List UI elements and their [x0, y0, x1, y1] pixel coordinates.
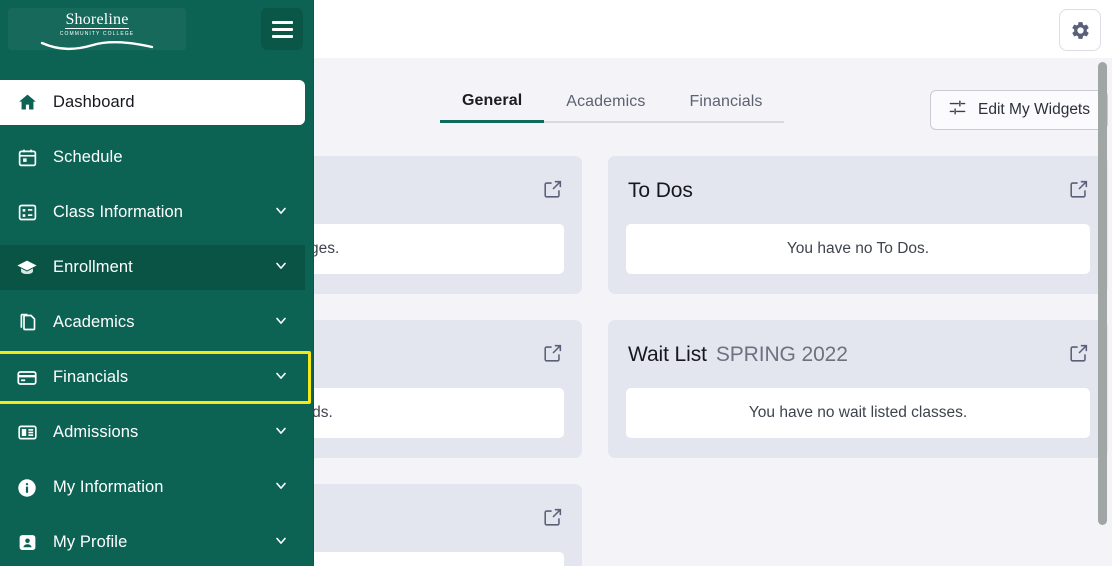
sidebar-item-admissions[interactable]: Admissions — [0, 410, 305, 455]
widget-header: Wait List SPRING 2022 — [626, 338, 1090, 372]
chevron-down-icon[interactable] — [273, 202, 289, 223]
open-in-new-icon[interactable] — [1068, 342, 1090, 364]
sidebar-header: Shoreline COMMUNITY COLLEGE — [0, 0, 314, 58]
article-icon — [14, 422, 40, 443]
sidebar-item-academics[interactable]: Academics — [0, 300, 305, 345]
sidebar-item-schedule[interactable]: Schedule — [0, 135, 305, 180]
sidebar-item-label: My Profile — [53, 533, 128, 551]
edit-my-widgets-button[interactable]: Edit My Widgets — [930, 90, 1108, 130]
sidebar-item-my-information[interactable]: My Information — [0, 465, 305, 510]
widget-title: To Dos — [628, 179, 693, 202]
chevron-down-icon[interactable] — [273, 532, 289, 553]
hamburger-icon-bar — [271, 27, 293, 31]
tab-general[interactable]: General — [440, 88, 545, 123]
widget-wait-list: Wait List SPRING 2022 You have no wait l… — [608, 320, 1108, 458]
open-in-new-icon[interactable] — [542, 342, 564, 364]
chevron-down-icon[interactable] — [273, 422, 289, 443]
info-icon — [14, 477, 40, 499]
hamburger-menu-button[interactable] — [261, 8, 303, 50]
sidebar-item-label: Academics — [53, 313, 135, 331]
logo-subtitle: COMMUNITY COLLEGE — [59, 31, 135, 37]
hamburger-icon-bar — [271, 20, 293, 24]
edit-my-widgets-label: Edit My Widgets — [978, 101, 1090, 118]
sidebar-item-label: Class Information — [53, 203, 184, 221]
sidebar-divider — [313, 0, 314, 566]
tab-list: General Academics Financials — [440, 88, 785, 123]
sidebar-item-dashboard[interactable]: Dashboard — [0, 80, 305, 125]
chevron-down-icon[interactable] — [273, 257, 289, 278]
sidebar-item-label: Dashboard — [53, 93, 135, 111]
chevron-down-icon[interactable] — [273, 367, 289, 388]
sidebar-nav: Dashboard Schedule Class Information Enr… — [0, 80, 314, 565]
sidebar-item-class-information[interactable]: Class Information — [0, 190, 305, 235]
sidebar: Shoreline COMMUNITY COLLEGE Dashboard Sc… — [0, 0, 314, 566]
gear-icon — [1070, 20, 1091, 41]
logo-wordmark: Shoreline — [65, 11, 129, 29]
widget-empty-message: You have no wait listed classes. — [626, 388, 1090, 438]
sidebar-item-label: Enrollment — [53, 258, 133, 276]
home-icon — [14, 92, 40, 113]
sidebar-item-label: Financials — [53, 368, 129, 386]
sidebar-item-enrollment[interactable]: Enrollment — [0, 245, 305, 290]
sidebar-item-label: Admissions — [53, 423, 139, 441]
credit-card-icon — [14, 367, 40, 389]
app-root: General Academics Financials Edit My Wid… — [0, 0, 1112, 566]
settings-button[interactable] — [1059, 9, 1101, 51]
person-icon — [14, 532, 40, 553]
graduation-icon — [14, 257, 40, 279]
widget-title: Wait List — [628, 343, 707, 366]
widget-header: To Dos — [626, 174, 1090, 208]
chevron-down-icon[interactable] — [273, 477, 289, 498]
widget-column-right: To Dos You have no To Dos. Wait List SPR… — [608, 156, 1108, 566]
open-in-new-icon[interactable] — [542, 178, 564, 200]
widget-to-dos: To Dos You have no To Dos. — [608, 156, 1108, 294]
hamburger-icon-bar — [271, 34, 293, 38]
sidebar-item-my-profile[interactable]: My Profile — [0, 520, 305, 565]
open-in-new-icon[interactable] — [542, 506, 564, 528]
open-in-new-icon[interactable] — [1068, 178, 1090, 200]
tune-sliders-icon — [948, 98, 967, 122]
calendar-icon — [14, 147, 40, 168]
chevron-down-icon[interactable] — [273, 312, 289, 333]
tab-academics[interactable]: Academics — [544, 89, 668, 123]
documents-icon — [14, 312, 40, 333]
widget-empty-message: You have no To Dos. — [626, 224, 1090, 274]
list-card-icon — [14, 202, 40, 223]
sidebar-scrollbar[interactable] — [1098, 62, 1107, 525]
sidebar-item-financials[interactable]: Financials — [0, 351, 311, 404]
wave-icon — [32, 38, 162, 56]
sidebar-item-label: My Information — [53, 478, 164, 496]
sidebar-item-label: Schedule — [53, 148, 123, 166]
logo[interactable]: Shoreline COMMUNITY COLLEGE — [8, 8, 186, 51]
tab-underline — [440, 125, 970, 127]
widget-term-label: SPRING 2022 — [715, 343, 848, 366]
tab-financials[interactable]: Financials — [667, 89, 785, 123]
